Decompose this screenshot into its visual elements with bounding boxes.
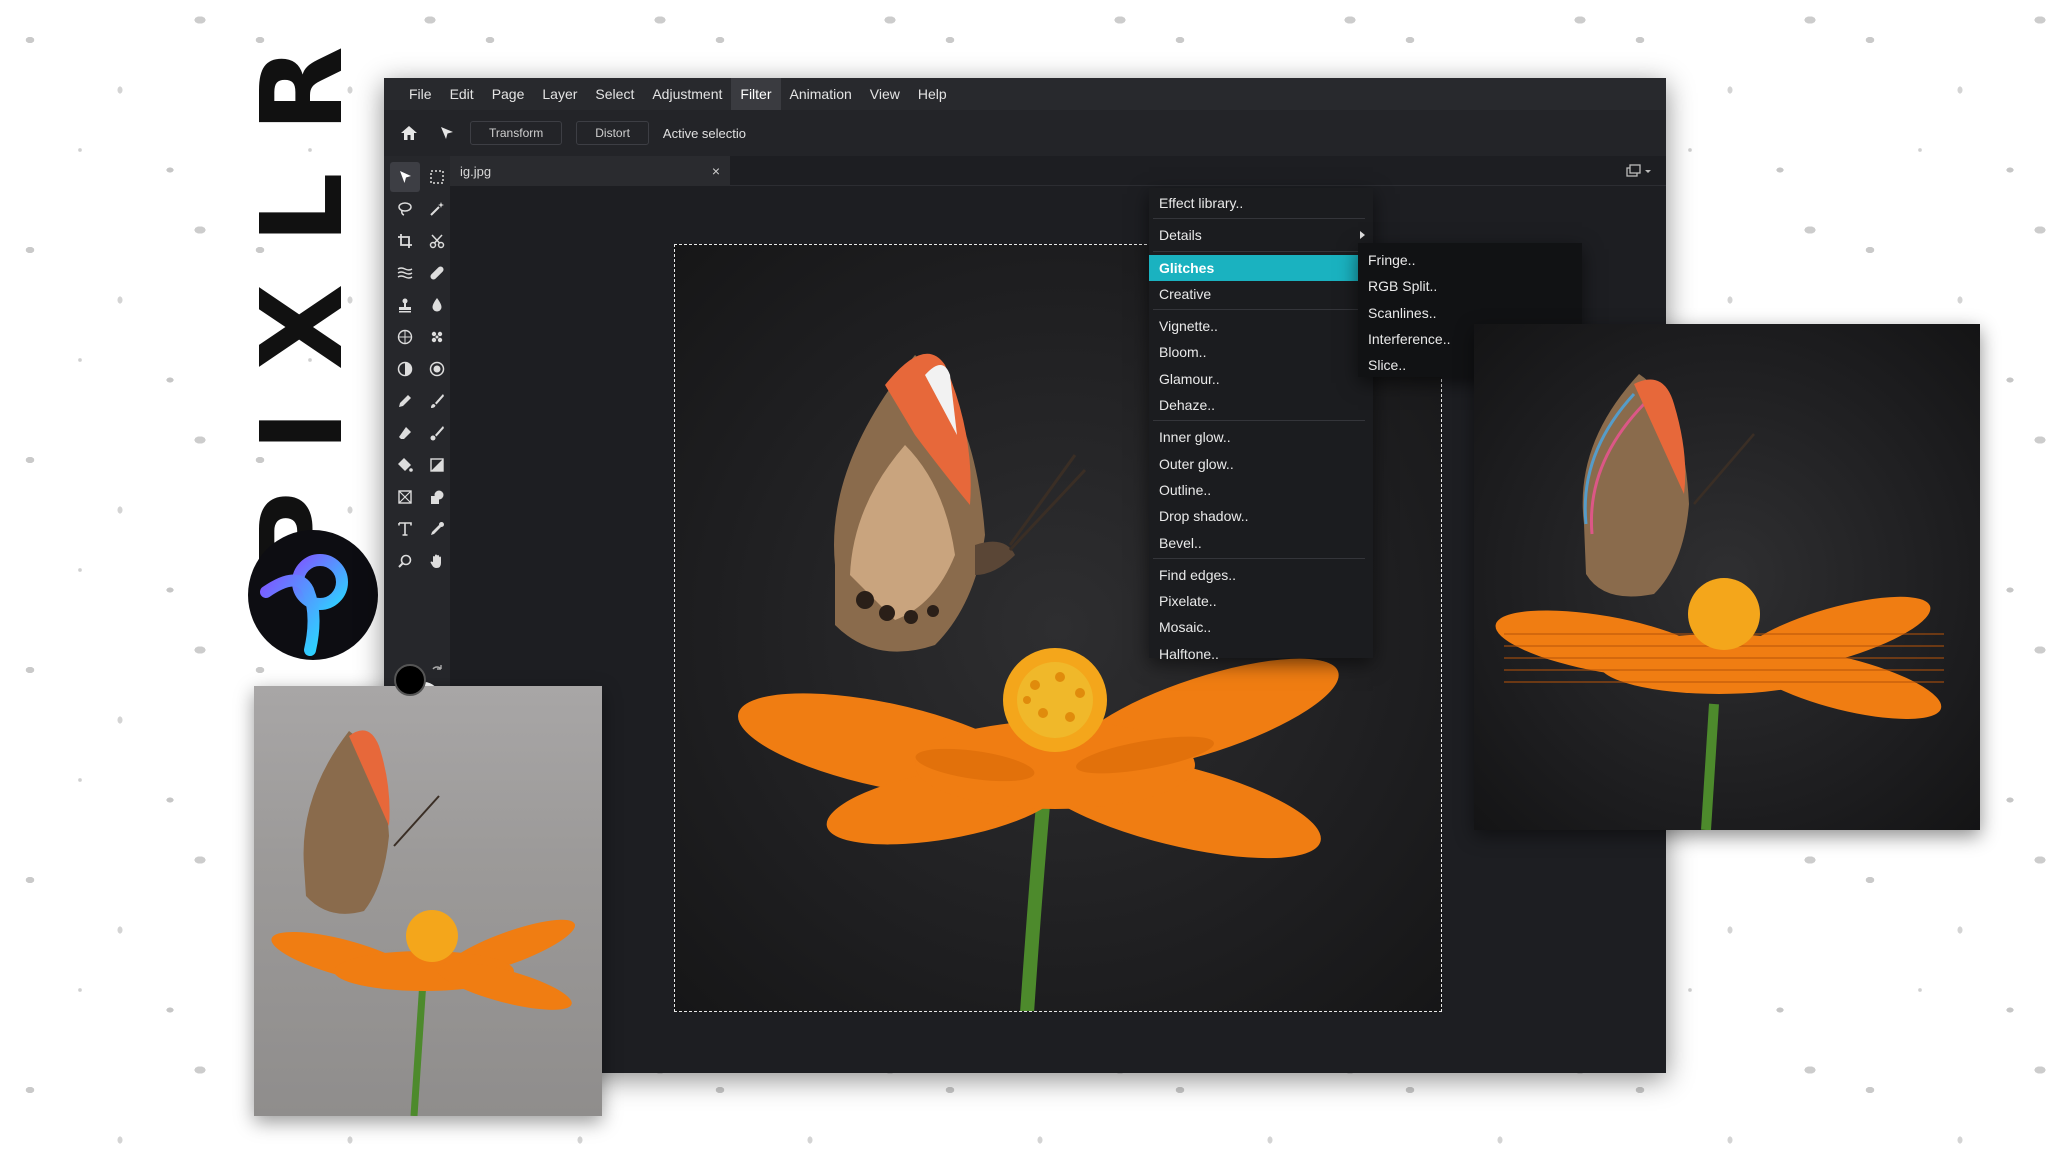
color-replace-icon[interactable] bbox=[422, 418, 452, 448]
shape-icon[interactable] bbox=[422, 482, 452, 512]
eraser-icon[interactable] bbox=[390, 418, 420, 448]
menu-page[interactable]: Page bbox=[483, 78, 534, 110]
menu-item-bevel[interactable]: Bevel.. bbox=[1149, 530, 1373, 556]
brush-icon[interactable] bbox=[422, 386, 452, 416]
menu-separator bbox=[1153, 309, 1365, 311]
menu-item-find-edges[interactable]: Find edges.. bbox=[1149, 562, 1373, 588]
menu-file[interactable]: File bbox=[400, 78, 441, 110]
foreground-color-swatch[interactable] bbox=[394, 664, 426, 696]
distort-button[interactable]: Distort bbox=[576, 121, 649, 145]
menu-item-vignette[interactable]: Vignette.. bbox=[1149, 313, 1373, 339]
filter-dropdown-menu: Effect library.. Details Glitches Creati… bbox=[1149, 188, 1373, 662]
burn-icon[interactable] bbox=[422, 354, 452, 384]
menu-bar: File Edit Page Layer Select Adjustment F… bbox=[384, 78, 1666, 110]
wand-icon[interactable] bbox=[422, 194, 452, 224]
menu-separator bbox=[1153, 218, 1365, 220]
menu-item-drop-shadow[interactable]: Drop shadow.. bbox=[1149, 503, 1373, 529]
cutout-icon[interactable] bbox=[422, 226, 452, 256]
document-tab[interactable]: ig.jpg × bbox=[450, 156, 730, 186]
menu-item-pixelate[interactable]: Pixelate.. bbox=[1149, 588, 1373, 614]
menu-item-dehaze[interactable]: Dehaze.. bbox=[1149, 392, 1373, 418]
arrange-icon[interactable] bbox=[390, 162, 420, 192]
menu-help[interactable]: Help bbox=[909, 78, 956, 110]
menu-layer[interactable]: Layer bbox=[533, 78, 586, 110]
active-selection-label: Active selectio bbox=[662, 125, 746, 141]
clone-stamp-icon[interactable] bbox=[390, 290, 420, 320]
menu-item-creative[interactable]: Creative bbox=[1149, 281, 1373, 307]
pattern-icon[interactable] bbox=[422, 322, 452, 352]
menu-filter[interactable]: Filter bbox=[731, 78, 781, 110]
eyedropper-icon[interactable] bbox=[422, 514, 452, 544]
menu-separator bbox=[1153, 250, 1365, 252]
menu-item-inner-glow[interactable]: Inner glow.. bbox=[1149, 424, 1373, 450]
pixlr-wordmark: PIXLR bbox=[228, 6, 378, 574]
gradient-icon[interactable] bbox=[422, 450, 452, 480]
menu-edit[interactable]: Edit bbox=[441, 78, 483, 110]
frame-icon[interactable] bbox=[390, 482, 420, 512]
zoom-icon[interactable] bbox=[390, 546, 420, 576]
before-photo bbox=[254, 686, 602, 1116]
options-bar: Transform Distort Active selectio bbox=[384, 110, 1666, 156]
fill-icon[interactable] bbox=[390, 450, 420, 480]
menu-item-details-label: Details bbox=[1159, 227, 1202, 244]
dodge-icon[interactable] bbox=[390, 354, 420, 384]
menu-item-outline[interactable]: Outline.. bbox=[1149, 477, 1373, 503]
document-tab-close[interactable]: × bbox=[712, 163, 720, 179]
text-icon[interactable] bbox=[390, 514, 420, 544]
menu-item-bloom[interactable]: Bloom.. bbox=[1149, 339, 1373, 365]
pixlr-wordmark-text: PIXLR bbox=[238, 6, 368, 574]
transform-button[interactable]: Transform bbox=[470, 121, 563, 145]
pixlr-logo-icon bbox=[248, 530, 378, 660]
menu-view[interactable]: View bbox=[861, 78, 909, 110]
menu-item-halftone[interactable]: Halftone.. bbox=[1149, 641, 1373, 667]
crop-icon[interactable] bbox=[390, 226, 420, 256]
menu-item-glamour[interactable]: Glamour.. bbox=[1149, 366, 1373, 392]
document-tab-name: ig.jpg bbox=[460, 163, 492, 179]
hand-icon[interactable] bbox=[422, 546, 452, 576]
menu-item-glitches[interactable]: Glitches bbox=[1149, 254, 1363, 281]
arrange-tool-icon[interactable] bbox=[432, 118, 462, 148]
menu-item-mosaic[interactable]: Mosaic.. bbox=[1149, 614, 1373, 640]
after-glitch-photo bbox=[1474, 324, 1980, 830]
menu-item-outer-glow[interactable]: Outer glow.. bbox=[1149, 451, 1373, 477]
submenu-arrow-icon bbox=[1360, 231, 1365, 240]
submenu-item-fringe[interactable]: Fringe.. bbox=[1358, 247, 1582, 273]
menu-separator bbox=[1153, 420, 1365, 422]
lasso-icon[interactable] bbox=[390, 194, 420, 224]
submenu-item-scanlines[interactable]: Scanlines.. bbox=[1358, 300, 1582, 326]
menu-animation[interactable]: Animation bbox=[781, 78, 861, 110]
menu-select[interactable]: Select bbox=[586, 78, 643, 110]
swap-colors-icon[interactable] bbox=[430, 664, 444, 678]
home-icon[interactable] bbox=[394, 118, 424, 148]
blur-icon[interactable] bbox=[422, 290, 452, 320]
marquee-icon[interactable] bbox=[422, 162, 452, 192]
pencil-icon[interactable] bbox=[390, 386, 420, 416]
menu-separator bbox=[1153, 557, 1365, 559]
menu-item-effect-library[interactable]: Effect library.. bbox=[1149, 190, 1373, 216]
menu-item-details[interactable]: Details bbox=[1149, 222, 1373, 248]
sponge-icon[interactable] bbox=[390, 322, 420, 352]
liquify-icon[interactable] bbox=[390, 258, 420, 288]
heal-icon[interactable] bbox=[422, 258, 452, 288]
window-layout-icon[interactable] bbox=[1624, 162, 1654, 180]
submenu-item-rgb-split[interactable]: RGB Split.. bbox=[1358, 273, 1582, 299]
document-tab-bar: ig.jpg × bbox=[450, 156, 1666, 186]
menu-adjustment[interactable]: Adjustment bbox=[643, 78, 731, 110]
